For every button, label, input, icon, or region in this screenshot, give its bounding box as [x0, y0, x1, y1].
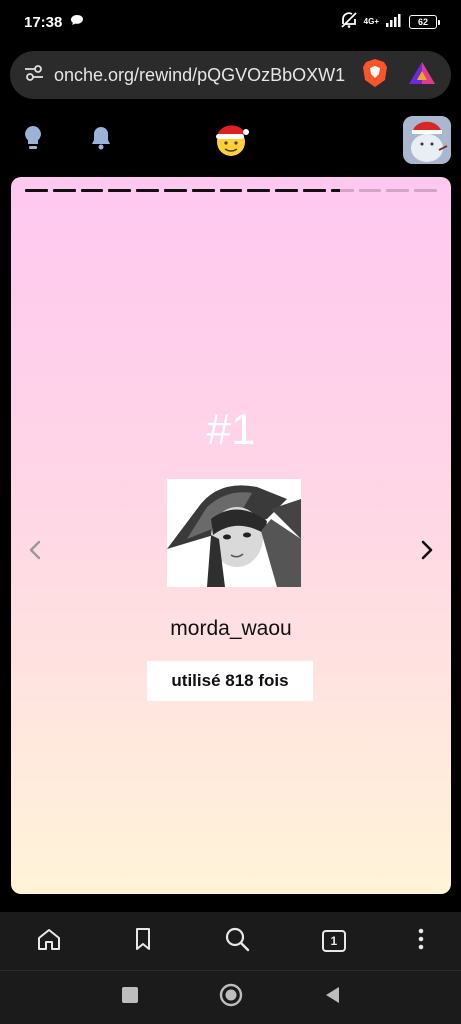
- progress-segment: [414, 189, 437, 192]
- usage-count-badge: utilisé 818 fois: [147, 661, 313, 701]
- progress-segment-fill: [330, 189, 340, 192]
- user-avatar[interactable]: [403, 116, 451, 164]
- progress-segment: [386, 189, 410, 192]
- progress-segment-fill: [302, 189, 326, 192]
- next-story-button[interactable]: [417, 539, 437, 566]
- site-header: [0, 106, 461, 174]
- lightbulb-icon[interactable]: [22, 124, 44, 157]
- story-progress-bar: [25, 189, 437, 192]
- browser-toolbar: 1: [0, 912, 461, 970]
- progress-segment: [25, 189, 48, 192]
- progress-segment: [136, 189, 159, 192]
- system-navigation-bar: [0, 970, 461, 1024]
- search-icon[interactable]: [224, 926, 250, 957]
- status-time: 17:38: [24, 13, 63, 31]
- progress-segment-fill: [275, 189, 298, 192]
- progress-segment-fill: [52, 189, 76, 192]
- usage-count-text: utilisé 818 fois: [171, 671, 289, 690]
- brave-shields-icon[interactable]: [362, 58, 388, 93]
- progress-segment-fill: [108, 189, 132, 192]
- network-type: 4G+: [363, 17, 379, 26]
- progress-segment-fill: [80, 189, 104, 192]
- progress-segment: [80, 189, 104, 192]
- sticker-name: morda_waou: [170, 617, 292, 640]
- progress-segment-fill: [163, 189, 187, 192]
- rank-label: #1: [206, 405, 256, 454]
- battery-indicator: 62: [409, 15, 440, 29]
- progress-segment: [219, 189, 243, 192]
- home-icon[interactable]: [36, 927, 62, 956]
- battery-level: 62: [417, 17, 428, 27]
- progress-segment: [302, 189, 326, 192]
- progress-segment: [191, 189, 215, 192]
- progress-segment: [275, 189, 298, 192]
- tabs-button[interactable]: 1: [321, 930, 346, 952]
- recent-apps-icon[interactable]: [121, 986, 139, 1009]
- url-text[interactable]: onche.org/rewind/pQGVOzBbOXW1: [54, 65, 354, 86]
- sticker-image: [167, 479, 301, 587]
- previous-story-button[interactable]: [25, 539, 45, 566]
- browser-address-bar: onche.org/rewind/pQGVOzBbOXW1: [0, 44, 461, 106]
- progress-segment: [247, 189, 271, 192]
- mute-icon: [340, 11, 358, 33]
- progress-segment: [330, 189, 354, 192]
- chat-bubble-icon: [70, 13, 84, 31]
- progress-segment: [163, 189, 187, 192]
- url-field[interactable]: onche.org/rewind/pQGVOzBbOXW1: [10, 51, 451, 99]
- brave-rewards-icon[interactable]: [408, 60, 436, 91]
- progress-segment: [108, 189, 132, 192]
- status-bar: 17:38 4G+ 62: [0, 0, 461, 44]
- bookmark-icon[interactable]: [133, 927, 153, 956]
- progress-segment-fill: [247, 189, 271, 192]
- santa-smiley-logo[interactable]: [213, 120, 249, 163]
- bell-icon[interactable]: [90, 124, 112, 157]
- more-options-icon[interactable]: [417, 927, 425, 956]
- progress-segment-fill: [191, 189, 215, 192]
- site-settings-icon[interactable]: [24, 64, 44, 87]
- progress-segment-fill: [219, 189, 243, 192]
- progress-segment-fill: [136, 189, 159, 192]
- progress-segment: [52, 189, 76, 192]
- rewind-story-card: #1 morda_waou utilisé 818 fois: [11, 177, 451, 894]
- progress-segment-fill: [25, 189, 48, 192]
- progress-segment: [358, 189, 382, 192]
- home-circle-icon[interactable]: [219, 983, 243, 1012]
- back-icon[interactable]: [323, 985, 341, 1010]
- signal-icon: [385, 13, 403, 32]
